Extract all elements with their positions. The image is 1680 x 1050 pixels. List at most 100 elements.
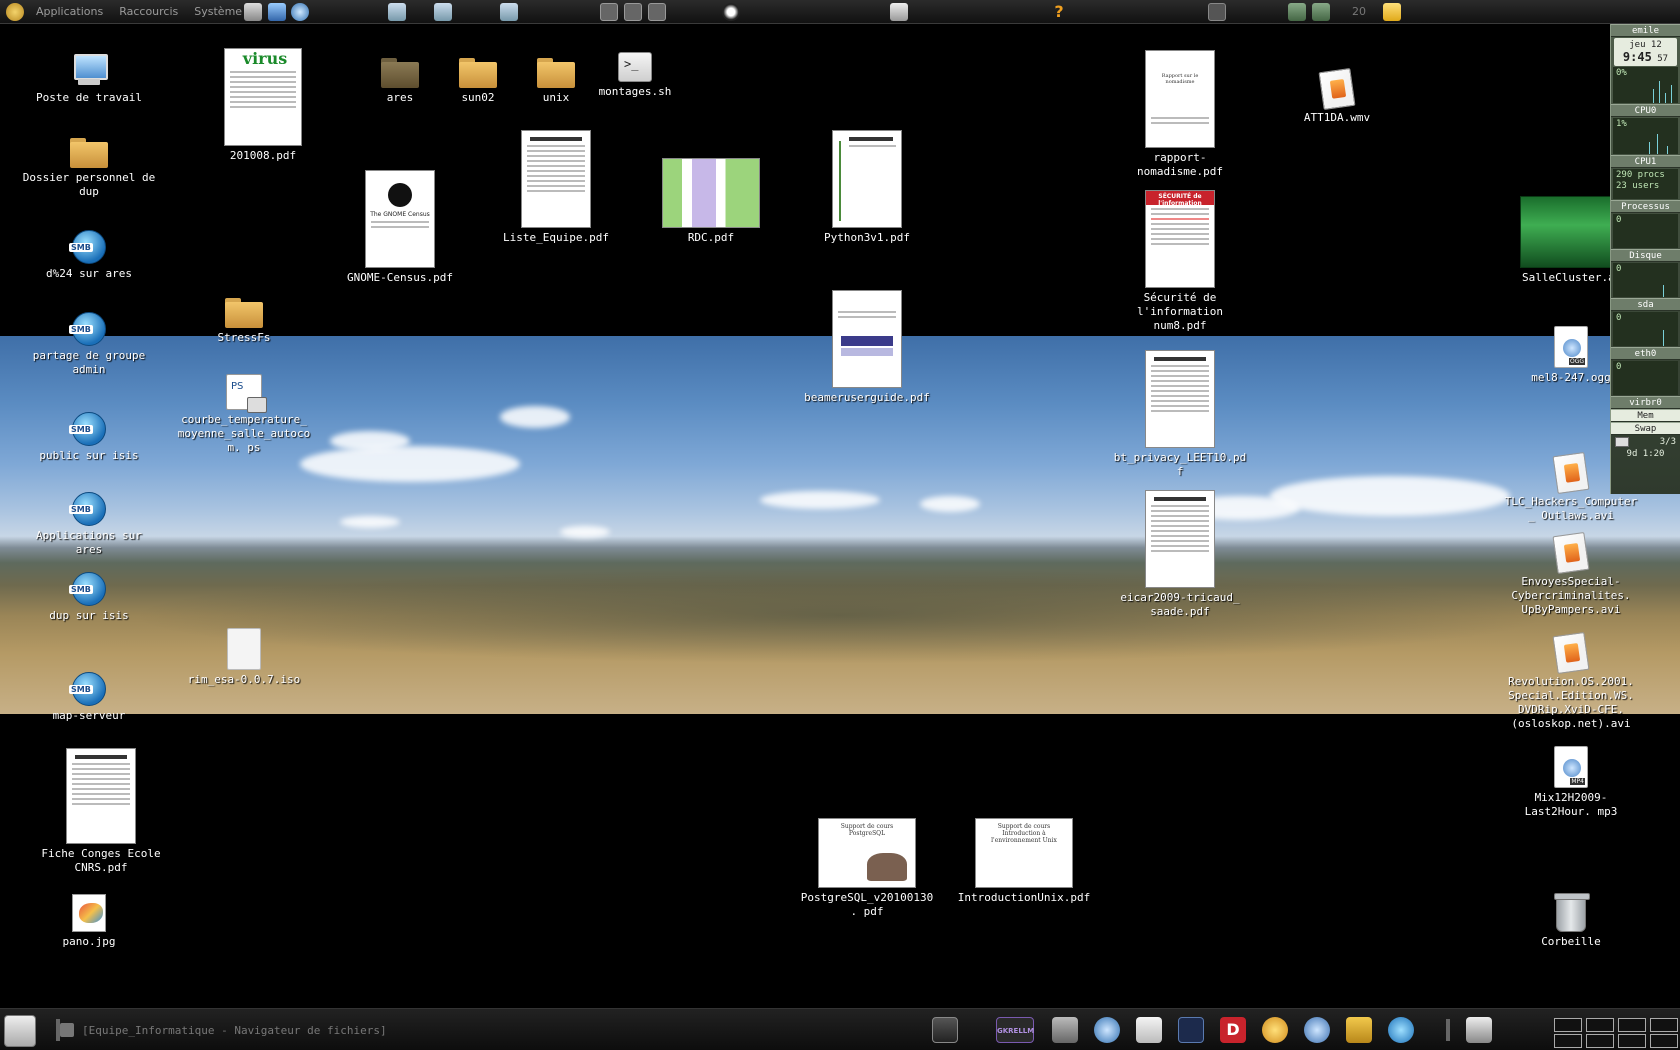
desktop-icon-introunix[interactable]: Support de cours Introduction à l'enviro… [954,818,1094,905]
desktop-icon-courbe[interactable]: PS courbe_temperature_ moyenne_salle_aut… [174,374,314,455]
pdf-thumbnail-icon [1145,490,1215,588]
gk-cpu1-graph: 1% [1613,118,1678,154]
workspace-3[interactable] [1618,1018,1646,1032]
desktop-icon-pano[interactable]: pano.jpg [19,894,159,949]
cloud [330,431,410,451]
mail-icon[interactable] [1615,437,1629,447]
desktop-icon-revolution-os[interactable]: Revolution.OS.2001. Special.Edition.WS. … [1501,631,1641,731]
network-manager-icon[interactable] [1094,1017,1120,1043]
network-icon[interactable] [1312,3,1330,21]
desktop-icon-bt-privacy[interactable]: bt_privacy_LEET10.pdf [1110,350,1250,479]
desktop-icon-att1da[interactable]: ATT1DA.wmv [1267,67,1407,125]
monitor-icon[interactable] [600,3,618,21]
gnome-foot-icon[interactable] [6,2,24,21]
desktop-icon-201008[interactable]: virus 201008.pdf [193,48,333,163]
desktop-icon-securite[interactable]: SÉCURITÉ de l'information Sécurité de l'… [1110,190,1250,333]
monitor-icon[interactable] [624,3,642,21]
workspace-1[interactable] [1554,1018,1582,1032]
terminal-launcher-icon[interactable] [500,3,518,21]
pdf-thumbnail-icon [1145,350,1215,448]
network-icon[interactable] [1288,3,1306,21]
icon-label: RDC.pdf [687,231,735,244]
desktop-icon-poste-de-travail[interactable]: Poste de travail [19,52,159,105]
desktop-icon-public-sur-isis[interactable]: SMB public sur isis [19,412,159,463]
desktop-icon-d24-sur-ares[interactable]: SMB d%24 sur ares [19,230,159,281]
launcher-icon[interactable] [268,3,286,21]
screen-icon[interactable] [932,1017,958,1043]
browser-icon[interactable] [291,3,309,21]
icon-label: PostgreSQL_v20100130. pdf [800,891,934,918]
workspace-2[interactable] [1586,1018,1614,1032]
network-cable-icon[interactable] [1466,1017,1492,1043]
show-desktop-icon[interactable] [4,1015,36,1047]
icon-label: Dossier personnel de dup [22,171,156,198]
desktop-icon-mix12h[interactable]: MP4 Mix12H2009-Last2Hour. mp3 [1501,746,1641,819]
icon-label: Sécurité de l'information num8.pdf [1136,291,1224,332]
scanner-icon[interactable] [890,3,908,21]
monitor-icon[interactable] [648,3,666,21]
desktop-icon-sallecluster[interactable]: SalleCluster.avi [1500,196,1630,285]
desktop-icon-beamer[interactable]: beameruserguide.pdf [797,290,937,405]
desktop-icon-map-serveur[interactable]: SMB map-serveur [19,672,159,723]
globe-icon[interactable] [1388,1017,1414,1043]
icon-label: courbe_temperature_ moyenne_salle_autoco… [177,413,311,454]
desktop-launcher-icon[interactable] [244,3,262,21]
workspace-4[interactable] [1650,1018,1678,1032]
penguin-icon[interactable] [722,3,740,21]
icon-label: Poste de travail [36,91,142,104]
icon-label: rim_esa-0.0.7.iso [187,673,301,686]
desktop-icon-montages[interactable]: montages.sh [565,52,705,99]
desktop-icon-envoyes-special[interactable]: EnvoyesSpecial- Cybercriminalites. UpByP… [1501,531,1641,617]
workspace-8[interactable] [1650,1034,1678,1048]
desktop-icon-partage-de-groupe[interactable]: SMB partage de groupe admin [19,312,159,377]
desktop-icon-fiche-conges[interactable]: Fiche Conges Ecole CNRS.pdf [31,748,171,875]
desktop-icon-eicar[interactable]: eicar2009-tricaud_ saade.pdf [1110,490,1250,619]
menu-raccourcis[interactable]: Raccourcis [111,5,186,18]
workspace-7[interactable] [1618,1034,1646,1048]
desktop-icon-stressfs[interactable]: StressFs [174,292,314,345]
task-title: [Equipe_Informatique - Navigateur de fic… [82,1023,387,1037]
desktop-icon-rdc[interactable]: RDC.pdf [641,158,781,245]
calculator-icon[interactable] [1136,1017,1162,1043]
taskbar-item-file-browser[interactable]: [Equipe_Informatique - Navigateur de fic… [60,1017,387,1043]
gkrellm-tray-icon[interactable]: GKRELLM [996,1017,1034,1043]
icon-label: d%24 sur ares [45,267,133,280]
desktop-icon-applications-sur-ares[interactable]: SMB Applications sur ares [19,492,159,557]
teapot-icon[interactable] [1262,1017,1288,1043]
menu-applications[interactable]: Applications [28,5,111,18]
desktop-icon-rim-esa[interactable]: rim_esa-0.0.7.iso [174,628,314,687]
desktop-icon-rapport[interactable]: Rapport sur le nomadisme rapport-nomadis… [1110,50,1250,179]
gk-disque-value: 0 [1616,264,1622,274]
terminal-launcher-icon[interactable] [434,3,452,21]
mail-client-icon[interactable] [1304,1017,1330,1043]
gk-sda-value: 0 [1616,313,1622,323]
icon-label: eicar2009-tricaud_ saade.pdf [1120,591,1240,618]
terminal-icon[interactable] [1178,1017,1204,1043]
desktop-icon-liste-equipe[interactable]: Liste_Equipe.pdf [486,130,626,245]
terminal-launcher-icon[interactable] [388,3,406,21]
gkrellm-monitor[interactable]: emile jeu 12 9:45 57 0% CPU0 1% CPU1 290… [1610,24,1680,494]
folder-icon[interactable] [1383,3,1401,21]
menu-systeme[interactable]: Système [186,5,250,18]
image-file-icon [72,894,106,932]
gk-date: jeu 12 [1629,40,1662,50]
volume-icon[interactable] [1052,1017,1078,1043]
desktop-icon-dossier-personnel[interactable]: Dossier personnel de dup [19,132,159,199]
desktop-icon-corbeille[interactable]: Corbeille [1501,893,1641,949]
desktop-icon-gnome-census[interactable]: The GNOME Census GNOME-Census.pdf [330,170,470,285]
lock-icon[interactable] [1346,1017,1372,1043]
pdf-thumbnail-icon [832,290,902,388]
desktop-icon-python3[interactable]: Python3v1.pdf [797,130,937,245]
gk-cpu0-graph: 0% [1613,67,1678,103]
help-icon[interactable]: ? [1050,3,1068,21]
gk-mem-label: Mem [1611,409,1680,422]
desktop-icon-postgresql[interactable]: Support de cours PostgreSQL PostgreSQL_v… [797,818,937,919]
workspace-5[interactable] [1554,1034,1582,1048]
icon-label: beameruserguide.pdf [804,391,930,404]
workspace-6[interactable] [1586,1034,1614,1048]
cloud [560,526,610,538]
dictionary-icon[interactable]: D [1220,1017,1246,1043]
desktop-icon-dup-sur-isis[interactable]: SMB dup sur isis [19,572,159,623]
trash-icon [1554,893,1590,932]
camera-icon[interactable] [1208,3,1226,21]
